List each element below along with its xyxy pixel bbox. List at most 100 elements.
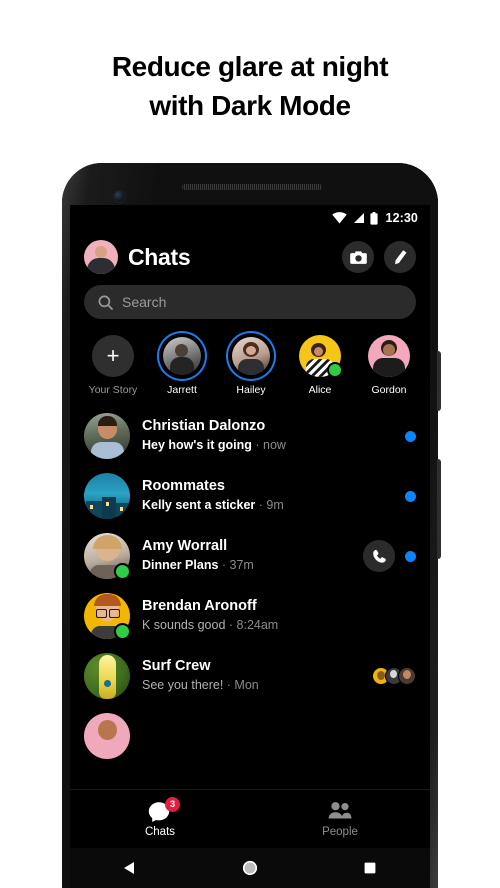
online-status-dot (327, 362, 343, 378)
battery-icon (369, 211, 378, 225)
phone-device-frame: 12:30 Chats Search + Your Story Jarrett … (62, 163, 441, 888)
chat-row-actions (405, 490, 416, 502)
chat-name: Surf Crew (142, 658, 211, 675)
chat-avatar (84, 473, 130, 519)
chat-row-actions (363, 540, 416, 572)
story-avatar (232, 337, 270, 375)
stories-row[interactable]: + Your Story Jarrett Hailey Alice Gordon (70, 329, 430, 406)
chat-bubble-icon-wrap: 3 (148, 796, 180, 823)
chat-avatar (84, 713, 130, 759)
chat-time: now (263, 438, 286, 453)
chat-text: Brendan Aronoff K sounds good · 8:24am (142, 597, 404, 634)
wifi-icon (331, 212, 347, 224)
chat-name: Roommates (142, 478, 225, 495)
chat-avatar-wrap (84, 713, 130, 759)
voice-call-button[interactable] (363, 540, 395, 572)
story-item-hailey[interactable]: Hailey (218, 333, 284, 396)
chat-row-actions (405, 430, 416, 442)
recents-square-icon (364, 862, 376, 874)
chat-message: Kelly sent a sticker (142, 498, 256, 513)
volume-button[interactable] (437, 459, 441, 559)
chat-time: 9m (266, 498, 284, 513)
phone-screen: 12:30 Chats Search + Your Story Jarrett … (70, 205, 430, 848)
add-story-plus-icon[interactable]: + (92, 335, 134, 377)
app-header: Chats (70, 231, 430, 283)
home-circle-icon (242, 860, 258, 876)
android-back-button[interactable] (122, 860, 138, 876)
chat-avatar-wrap (84, 533, 131, 580)
chat-list: Christian Dalonzo Hey how's it going · n… (70, 406, 430, 766)
phone-handset-icon (372, 549, 386, 563)
chat-message: Dinner Plans (142, 558, 219, 573)
chat-snippet: K sounds good · 8:24am (142, 618, 279, 633)
chat-text: Surf Crew See you there! · Mon (142, 657, 360, 694)
cellular-signal-icon (353, 213, 364, 223)
camera-icon (349, 250, 367, 264)
unread-indicator-dot (405, 430, 416, 442)
chat-text: Christian Dalonzo Hey how's it going · n… (142, 417, 393, 454)
story-ring (297, 333, 343, 379)
unread-indicator-dot (405, 550, 416, 562)
tab-chats[interactable]: 3 Chats (70, 796, 250, 838)
chat-list-item[interactable] (70, 706, 430, 766)
search-input[interactable]: Search (84, 285, 416, 319)
status-bar-clock: 12:30 (385, 211, 418, 225)
promo-headline-line-1: Reduce glare at night (111, 51, 389, 82)
story-avatar (368, 335, 410, 377)
chat-name: Brendan Aronoff (142, 598, 257, 615)
pencil-edit-icon (395, 250, 407, 265)
story-ring (159, 333, 205, 379)
compose-button[interactable] (384, 241, 416, 273)
online-status-dot (114, 623, 131, 640)
chat-list-item[interactable]: Amy Worrall Dinner Plans · 37m (70, 526, 430, 586)
android-home-button[interactable] (242, 860, 258, 876)
chat-snippet: See you there! · Mon (142, 678, 259, 693)
story-label: Alice (308, 384, 332, 396)
story-ring (228, 333, 274, 379)
chat-list-item[interactable]: Surf Crew See you there! · Mon (70, 646, 430, 706)
story-avatar (163, 337, 201, 375)
people-icon-wrap (328, 801, 352, 823)
search-container: Search (70, 283, 430, 329)
tab-label-chats: Chats (144, 825, 176, 838)
bottom-navigation-bar: 3 Chats People (70, 789, 430, 848)
story-ring: + (90, 333, 136, 379)
search-placeholder: Search (122, 294, 167, 310)
chat-avatar-wrap (84, 653, 130, 699)
phone-top-hardware (62, 163, 438, 211)
avatar-head (95, 246, 107, 258)
camera-button[interactable] (342, 241, 374, 273)
chat-time: 8:24am (236, 618, 279, 633)
chat-text: Amy Worrall Dinner Plans · 37m (142, 537, 351, 574)
story-item-alice[interactable]: Alice (287, 333, 353, 396)
front-camera-icon (114, 191, 125, 202)
chat-name: Christian Dalonzo (142, 418, 266, 435)
chat-avatar-wrap (84, 593, 131, 640)
chat-list-item[interactable]: Brendan Aronoff K sounds good · 8:24am (70, 586, 430, 646)
story-item-your-story[interactable]: + Your Story (80, 333, 146, 396)
read-receipt-avatar (398, 667, 416, 685)
chat-list-item[interactable]: Christian Dalonzo Hey how's it going · n… (70, 406, 430, 466)
status-bar: 12:30 (70, 205, 430, 231)
chat-avatar-wrap (84, 413, 130, 459)
android-recents-button[interactable] (362, 860, 378, 876)
story-ring (366, 333, 412, 379)
people-icon (328, 801, 352, 818)
story-item-gordon[interactable]: Gordon (356, 333, 422, 396)
unread-indicator-dot (405, 490, 416, 502)
chat-avatar (84, 413, 130, 459)
chat-name: Amy Worrall (142, 538, 228, 555)
avatar[interactable] (84, 240, 118, 274)
promo-headline-line-2: with Dark Mode (149, 89, 351, 121)
tab-label-people: People (322, 825, 358, 838)
story-label: Jarrett (167, 384, 197, 396)
story-item-jarrett[interactable]: Jarrett (149, 333, 215, 396)
android-system-nav-bar (70, 848, 430, 888)
tab-people[interactable]: People (250, 801, 430, 838)
back-triangle-icon (124, 862, 134, 874)
power-button[interactable] (437, 351, 441, 411)
unread-badge: 3 (165, 796, 180, 812)
search-icon (98, 295, 113, 310)
page-title: Chats (128, 243, 191, 270)
chat-list-item[interactable]: Roommates Kelly sent a sticker · 9m (70, 466, 430, 526)
